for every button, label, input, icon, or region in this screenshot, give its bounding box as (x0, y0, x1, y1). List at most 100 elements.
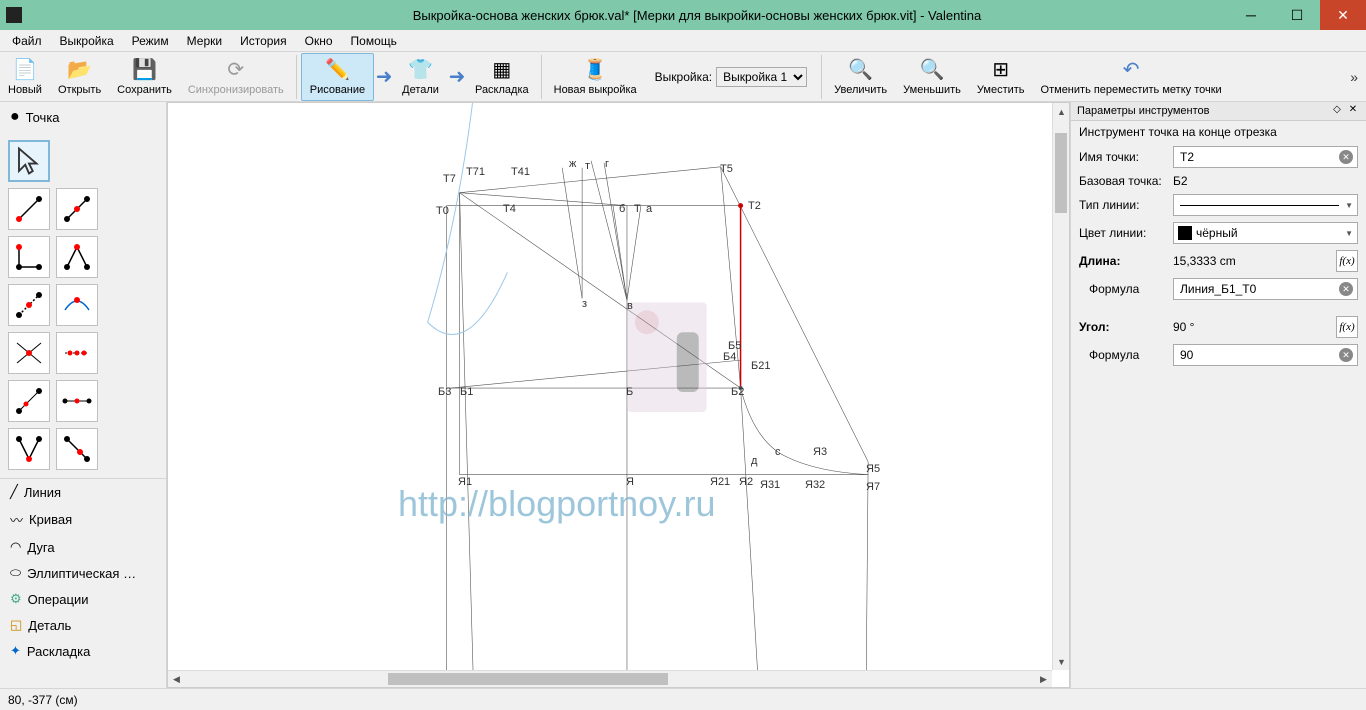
new-button[interactable]: 📄Новый (0, 53, 50, 101)
maximize-button[interactable]: ☐ (1274, 0, 1320, 30)
line-icon: ╱ (10, 484, 18, 500)
sync-button[interactable]: ⟳Синхронизировать (180, 53, 292, 101)
zoom-in-icon: 🔍 (848, 58, 873, 82)
fx-angle-button[interactable]: f(x) (1336, 316, 1358, 338)
horizontal-scrollbar[interactable]: ◀ ▶ (168, 670, 1052, 687)
menu-pattern[interactable]: Выкройка (52, 32, 122, 50)
point-tool-1[interactable] (8, 188, 50, 230)
main-toolbar: 📄Новый 📂Открыть 💾Сохранить ⟳Синхронизиро… (0, 52, 1366, 102)
layout-icon: ▦ (492, 58, 511, 82)
toolbar-expand-button[interactable]: » (1346, 69, 1362, 85)
properties-panel: Параметры инструментов ◇ ✕ Инструмент то… (1070, 102, 1366, 688)
panel-title-bar[interactable]: Параметры инструментов ◇ ✕ (1071, 102, 1366, 121)
zoom-out-icon: 🔍 (920, 58, 945, 82)
operations-section[interactable]: ⚙Операции (0, 586, 166, 612)
vertical-scrollbar[interactable]: ▲ ▼ (1052, 103, 1069, 670)
point-tool-4[interactable] (56, 236, 98, 278)
sync-icon: ⟳ (227, 58, 244, 82)
pattern-label: Выкройка: (655, 70, 712, 84)
close-button[interactable]: ✕ (1320, 0, 1366, 30)
detail-icon: ◱ (10, 617, 22, 633)
tool-panel: ●Точка ╱Линия 〰Кривая ◠Дуга (0, 102, 167, 688)
arrow-right-icon: ➜ (374, 53, 394, 101)
new-pattern-icon: 🧵 (583, 58, 608, 82)
bullet-icon: ● (10, 108, 20, 126)
curve-icon: 〰 (10, 510, 23, 529)
curve-section[interactable]: 〰Кривая (0, 505, 166, 534)
menu-bar: Файл Выкройка Режим Мерки История Окно П… (0, 30, 1366, 52)
title-bar: Выкройка-основа женских брюк.val* [Мерки… (0, 0, 1366, 30)
point-tool-8[interactable] (56, 332, 98, 374)
menu-measurements[interactable]: Мерки (179, 32, 230, 50)
arrow-right-icon: ➜ (447, 53, 467, 101)
layout-icon: ✦ (10, 643, 21, 659)
pattern-dropdown[interactable]: Выкройка 1 (716, 67, 807, 87)
scroll-thumb-v[interactable] (1055, 133, 1067, 213)
base-point-value: Б2 (1173, 174, 1358, 188)
point-name-input[interactable]: Т2✕ (1173, 146, 1358, 168)
point-tool-2[interactable] (56, 188, 98, 230)
new-pattern-button[interactable]: 🧵Новая выкройка (546, 53, 645, 101)
app-icon (6, 7, 22, 23)
scroll-right-button[interactable]: ▶ (1035, 671, 1052, 688)
pattern-selector: Выкройка: Выкройка 1 (655, 67, 807, 87)
angle-value: 90 ° (1173, 320, 1332, 334)
zoom-fit-button[interactable]: ⊞Уместить (969, 53, 1033, 101)
point-tool-5[interactable] (8, 284, 50, 326)
details-mode-button[interactable]: 👕Детали (394, 53, 447, 101)
zoom-in-button[interactable]: 🔍Увеличить (826, 53, 895, 101)
undock-button[interactable]: ◇ (1330, 104, 1344, 118)
save-button[interactable]: 💾Сохранить (109, 53, 180, 101)
open-button[interactable]: 📂Открыть (50, 53, 109, 101)
open-icon: 📂 (67, 58, 92, 82)
ellipse-icon: ⬭ (10, 565, 21, 581)
formula-angle-input[interactable]: 90✕ (1173, 344, 1358, 366)
zoom-out-button[interactable]: 🔍Уменьшить (895, 53, 969, 101)
status-bar: 80, -377 (см) (0, 688, 1366, 710)
arc-icon: ◠ (10, 539, 21, 555)
arc-section[interactable]: ◠Дуга (0, 534, 166, 560)
menu-help[interactable]: Помощь (343, 32, 405, 50)
menu-window[interactable]: Окно (297, 32, 341, 50)
point-tool-7[interactable] (8, 332, 50, 374)
canvas-area[interactable]: http://blogportnoy.ru Т7 Т71 Т41 ж т г Т… (167, 102, 1070, 688)
gear-icon: ⚙ (10, 591, 22, 607)
formula-length-input[interactable]: Линия_Б1_Т0✕ (1173, 278, 1358, 300)
save-icon: 💾 (132, 58, 157, 82)
point-tool-9[interactable] (8, 380, 50, 422)
cursor-tool[interactable] (8, 140, 50, 182)
fx-length-button[interactable]: f(x) (1336, 250, 1358, 272)
line-color-dropdown[interactable]: чёрный (1173, 222, 1358, 244)
window-title: Выкройка-основа женских брюк.val* [Мерки… (28, 8, 1366, 23)
scroll-up-button[interactable]: ▲ (1053, 103, 1070, 120)
menu-file[interactable]: Файл (4, 32, 50, 50)
clear-icon[interactable]: ✕ (1339, 150, 1353, 164)
menu-history[interactable]: История (232, 32, 295, 50)
minimize-button[interactable]: ─ (1228, 0, 1274, 30)
layout-mode-button[interactable]: ▦Раскладка (467, 53, 537, 101)
scroll-down-button[interactable]: ▼ (1053, 653, 1070, 670)
point-section-header[interactable]: ●Точка (0, 102, 166, 132)
clear-icon[interactable]: ✕ (1339, 348, 1353, 362)
new-icon: 📄 (13, 58, 38, 82)
undo-move-button[interactable]: ↶Отменить переместить метку точки (1033, 53, 1230, 101)
line-section[interactable]: ╱Линия (0, 479, 166, 505)
point-tool-12[interactable] (56, 428, 98, 470)
clear-icon[interactable]: ✕ (1339, 282, 1353, 296)
undo-icon: ↶ (1123, 58, 1140, 82)
layout-section[interactable]: ✦Раскладка (0, 638, 166, 664)
elliptical-section[interactable]: ⬭Эллиптическая … (0, 560, 166, 586)
menu-mode[interactable]: Режим (124, 32, 177, 50)
draw-mode-button[interactable]: ✏️Рисование (301, 53, 374, 101)
toolbar-separator (821, 55, 822, 99)
point-tool-11[interactable] (8, 428, 50, 470)
drawing-canvas[interactable] (168, 103, 1069, 687)
scroll-left-button[interactable]: ◀ (168, 671, 185, 688)
close-panel-button[interactable]: ✕ (1346, 104, 1360, 118)
point-tool-3[interactable] (8, 236, 50, 278)
point-tool-6[interactable] (56, 284, 98, 326)
detail-section[interactable]: ◱Деталь (0, 612, 166, 638)
point-tool-10[interactable] (56, 380, 98, 422)
line-type-dropdown[interactable] (1173, 194, 1358, 216)
scroll-thumb-h[interactable] (388, 673, 668, 685)
